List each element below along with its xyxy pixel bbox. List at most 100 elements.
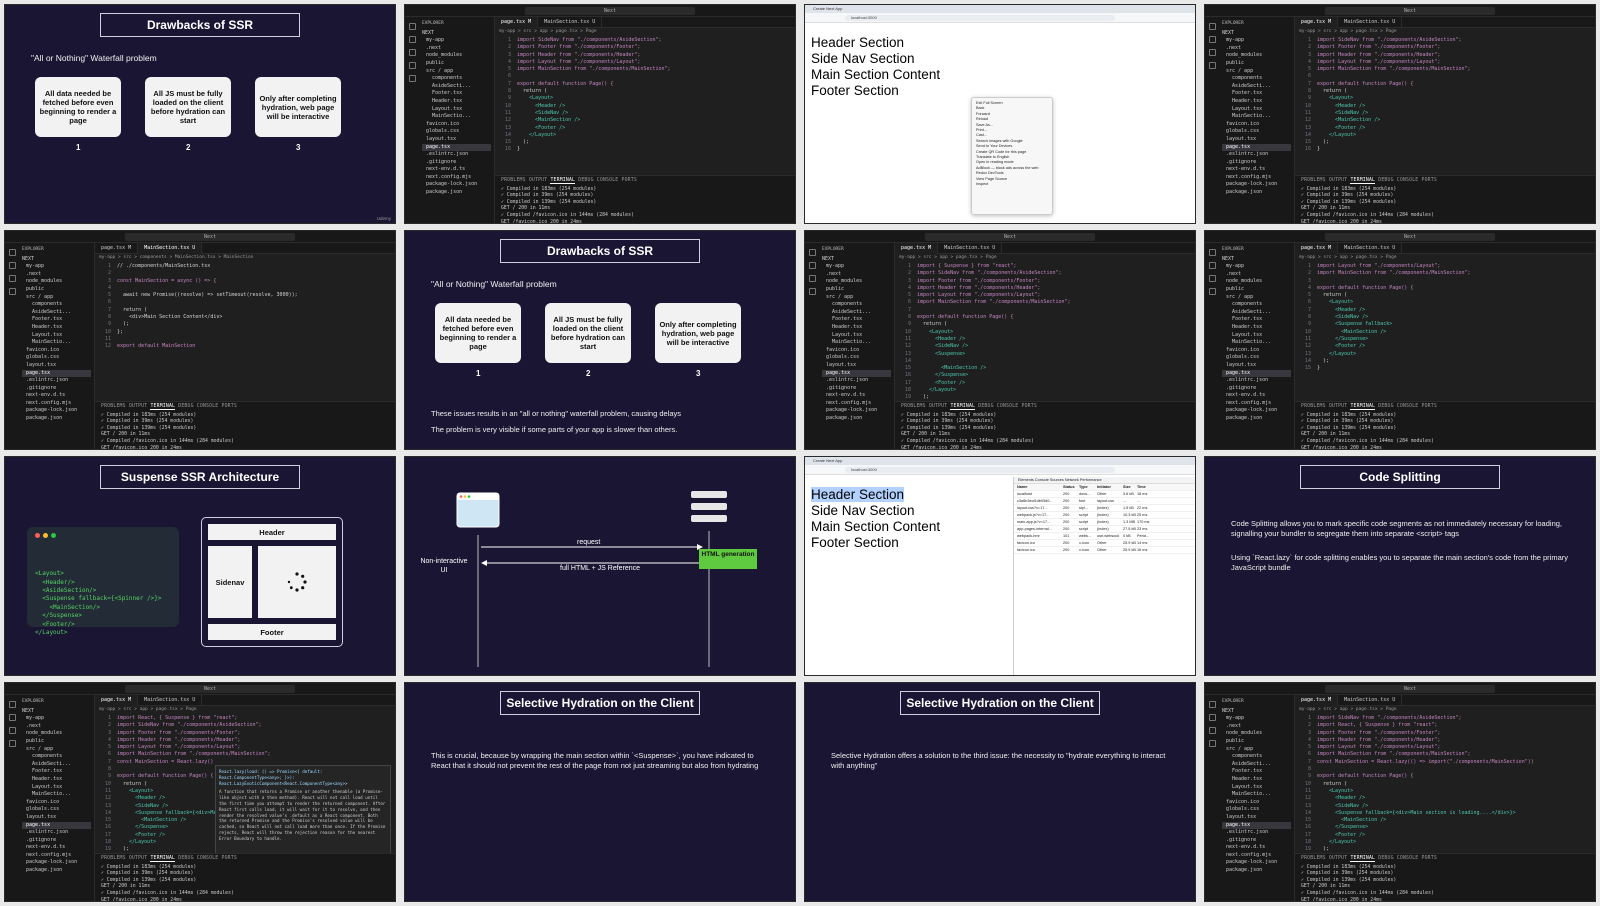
tree-item[interactable]: .next — [1222, 723, 1291, 731]
panel-tab-ports[interactable]: PORTS — [1422, 178, 1437, 183]
tree-item[interactable]: AsideSecti... — [22, 761, 91, 769]
tree-item[interactable]: Layout.tsx — [22, 332, 91, 340]
tree-item[interactable]: MainSectio... — [422, 113, 491, 121]
breadcrumb[interactable]: my-app > src > app > page.tsx > Page — [499, 29, 597, 34]
panel-tab-ports[interactable]: PORTS — [1022, 404, 1037, 409]
panel-tab-terminal[interactable]: TERMINAL — [1350, 404, 1376, 410]
panel-tab-terminal[interactable]: TERMINAL — [550, 178, 576, 184]
command-center-search[interactable]: Next — [1325, 233, 1495, 241]
tree-item[interactable]: package.json — [22, 867, 91, 875]
tree-item[interactable]: next.config.mjs — [1222, 174, 1291, 182]
tree-item[interactable]: Footer.tsx — [22, 768, 91, 776]
tree-item[interactable]: page.tsx — [1222, 143, 1291, 152]
code-editor[interactable]: 1 import SideNav from "./components/Aside… — [499, 37, 785, 154]
tree-item[interactable]: my-app — [422, 37, 491, 45]
file-tree[interactable]: NEXT my-app .next node_modules public src / a… — [22, 708, 91, 875]
tree-item[interactable]: AsideSecti... — [1222, 83, 1291, 91]
source-control-icon[interactable] — [408, 49, 416, 56]
tree-item[interactable]: .gitignore — [1222, 837, 1291, 845]
breadcrumb[interactable]: my-app > src > app > page.tsx > Page — [1299, 707, 1397, 712]
tree-item[interactable]: node_modules — [1222, 278, 1291, 286]
tab-page-tsx[interactable]: page.tsx M — [495, 17, 539, 28]
command-center-search[interactable]: Next — [1325, 685, 1495, 693]
panel-tab-debug-console[interactable]: DEBUG CONSOLE — [978, 404, 1018, 409]
tree-item[interactable]: node_modules — [422, 52, 491, 60]
tree-item[interactable]: globals.css — [1222, 806, 1291, 814]
source-control-icon[interactable] — [808, 275, 816, 282]
tree-item[interactable]: src / app — [822, 294, 891, 302]
tree-item[interactable]: package-lock.json — [1222, 407, 1291, 415]
tree-item[interactable]: my-app — [1222, 37, 1291, 45]
tree-item[interactable]: next.config.mjs — [422, 174, 491, 182]
tree-item[interactable]: .next — [822, 271, 891, 279]
tree-item[interactable]: favicon.ico — [422, 121, 491, 129]
tree-item[interactable]: .eslintrc.json — [422, 151, 491, 159]
tree-item[interactable]: package.json — [822, 415, 891, 423]
tab-main-section[interactable]: MainSection.tsx U — [938, 243, 1003, 254]
file-tree[interactable]: NEXT my-app .next node_modules public src / a… — [422, 30, 491, 197]
tree-item[interactable]: layout.tsx — [1222, 814, 1291, 822]
breadcrumb[interactable]: my-app > src > components > MainSection.… — [99, 255, 253, 260]
tree-item[interactable]: Header.tsx — [822, 324, 891, 332]
tree-item[interactable]: Footer.tsx — [422, 90, 491, 98]
panel-tab-output[interactable]: OUTPUT — [129, 856, 148, 861]
tree-item[interactable]: Footer.tsx — [1222, 90, 1291, 98]
panel-tab-output[interactable]: OUTPUT — [529, 178, 548, 183]
code-editor[interactable]: 1 import Layout from "./components/Layout… — [1299, 263, 1585, 372]
tree-item[interactable]: components — [22, 301, 91, 309]
tree-item[interactable]: favicon.ico — [822, 347, 891, 355]
tree-item[interactable]: public — [1222, 60, 1291, 68]
tree-item[interactable]: page.tsx — [22, 369, 91, 378]
panel-tab-output[interactable]: OUTPUT — [1329, 404, 1348, 409]
tree-item[interactable]: components — [22, 753, 91, 761]
browser-tab[interactable]: Create Next App — [805, 5, 1195, 13]
tree-item[interactable]: package-lock.json — [822, 407, 891, 415]
tree-item[interactable]: layout.tsx — [822, 362, 891, 370]
tree-item[interactable]: src / app — [22, 746, 91, 754]
tree-item[interactable]: package.json — [22, 415, 91, 423]
tree-item[interactable]: public — [1222, 286, 1291, 294]
panel-tabs[interactable]: PROBLEMS OUTPUT TERMINAL DEBUG CONSOLE P… — [501, 178, 789, 185]
search-icon[interactable] — [1208, 262, 1216, 269]
tree-item[interactable]: .eslintrc.json — [22, 829, 91, 837]
tree-item[interactable]: .gitignore — [422, 159, 491, 167]
code-editor[interactable]: 1 import SideNav from "./components/Aside… — [1299, 715, 1585, 861]
tree-item[interactable]: src / app — [1222, 746, 1291, 754]
file-tree[interactable]: NEXT my-app .next node_modules public src / a… — [1222, 30, 1291, 197]
context-menu[interactable]: Exit Full Screen Back Forward Reload Save As… — [971, 97, 1053, 215]
address-bar[interactable]: localhost:3000 — [805, 465, 1195, 475]
panel-tab-terminal[interactable]: TERMINAL — [150, 856, 176, 862]
tab-main-section[interactable]: MainSection.tsx U — [138, 695, 203, 706]
tree-item[interactable]: AsideSecti... — [422, 83, 491, 91]
tree-item[interactable]: MainSectio... — [1222, 113, 1291, 121]
files-icon[interactable] — [1208, 23, 1216, 30]
file-tree[interactable]: NEXT my-app .next node_modules public src / a… — [1222, 256, 1291, 423]
network-row[interactable]: favicon.ico 200 x-icon Other 25.9 kB 16 ms — [1014, 547, 1195, 554]
source-control-icon[interactable] — [1208, 49, 1216, 56]
panel-tab-terminal[interactable]: TERMINAL — [1350, 178, 1376, 184]
tree-item[interactable]: page.tsx — [1222, 821, 1291, 830]
tree-item[interactable]: globals.css — [1222, 354, 1291, 362]
tree-item[interactable]: package-lock.json — [22, 859, 91, 867]
source-control-icon[interactable] — [8, 275, 16, 282]
tree-item[interactable]: favicon.ico — [1222, 347, 1291, 355]
debug-icon[interactable] — [8, 288, 16, 295]
tree-item[interactable]: next-env.d.ts — [1222, 844, 1291, 852]
breadcrumb[interactable]: my-app > src > app > page.tsx > Page — [1299, 29, 1397, 34]
tree-item[interactable]: next.config.mjs — [22, 852, 91, 860]
tree-item[interactable]: package.json — [422, 189, 491, 197]
tree-item[interactable]: AsideSecti... — [1222, 761, 1291, 769]
network-column-header[interactable]: Size — [1123, 484, 1137, 490]
network-column-header[interactable]: Name — [1017, 484, 1063, 490]
tree-item[interactable]: globals.css — [22, 806, 91, 814]
command-center-search[interactable]: Next — [125, 233, 295, 241]
tree-item[interactable]: public — [22, 738, 91, 746]
tree-item[interactable]: globals.css — [22, 354, 91, 362]
tree-item[interactable]: Header.tsx — [22, 324, 91, 332]
debug-icon[interactable] — [1208, 288, 1216, 295]
files-icon[interactable] — [1208, 249, 1216, 256]
tree-item[interactable]: page.tsx — [422, 143, 491, 152]
tree-item[interactable]: src / app — [1222, 294, 1291, 302]
address-bar[interactable]: localhost:3000 — [805, 13, 1195, 23]
tree-item[interactable]: next.config.mjs — [22, 400, 91, 408]
